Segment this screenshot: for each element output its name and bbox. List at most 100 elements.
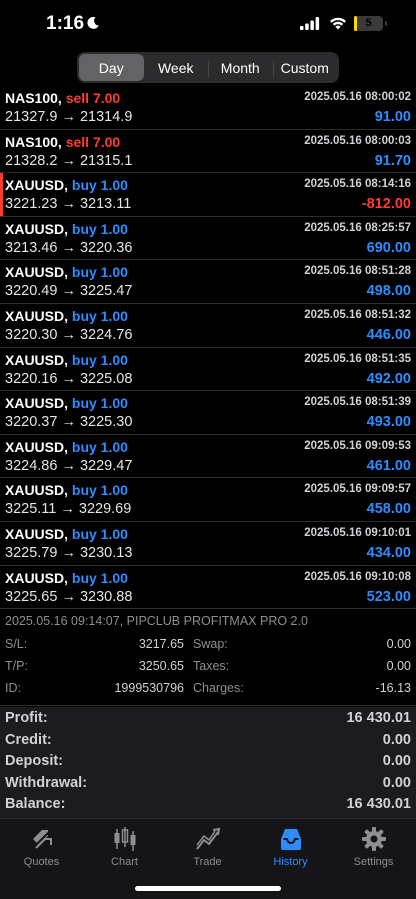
tab-history[interactable]: History xyxy=(249,825,332,875)
deal-row[interactable]: XAUUSD, buy 1.00 2025.05.16 08:51:39 3220.… xyxy=(0,391,416,435)
deal-prices: 3224.86 → 3229.47 xyxy=(5,457,133,474)
deal-side: buy 1.00 xyxy=(71,307,128,324)
tab-chart[interactable]: Chart xyxy=(83,825,166,875)
deal-time: 2025.05.16 08:51:39 xyxy=(304,396,411,409)
deal-symbol-name: XAUUSD, xyxy=(5,569,69,586)
deal-profit: 492.00 xyxy=(366,370,411,387)
deal-row[interactable]: XAUUSD, buy 1.00 2025.05.16 08:51:35 3220.… xyxy=(0,348,416,392)
trade-icon xyxy=(195,827,220,850)
deal-row[interactable]: XAUUSD, buy 1.00 2025.05.16 08:51:28 3220.… xyxy=(0,260,416,304)
deal-time: 2025.05.16 09:09:57 xyxy=(304,483,411,496)
deal-symbol: XAUUSD, buy 1.00 xyxy=(5,395,128,411)
deal-profit: -812.00 xyxy=(361,196,411,213)
deal-profit: 458.00 xyxy=(366,501,411,518)
deal-row[interactable]: XAUUSD, buy 1.00 2025.05.16 09:10:08 3225.… xyxy=(0,566,416,610)
deal-symbol-name: NAS100, xyxy=(5,133,62,150)
deal-prices: 3225.11 → 3229.69 xyxy=(5,501,132,518)
deal-prices: 3221.23 → 3213.11 xyxy=(5,196,132,213)
tp-value: 3250.65 xyxy=(138,659,184,673)
gear-icon xyxy=(361,827,386,851)
deal-symbol: NAS100, sell 7.00 xyxy=(5,134,120,150)
deal-time: 2025.05.16 08:00:02 xyxy=(304,91,411,103)
deal-profit: 461.00 xyxy=(366,457,411,474)
deal-prices: 3225.65 → 3230.88 xyxy=(5,588,133,605)
deal-time: 2025.05.16 09:10:08 xyxy=(304,570,411,583)
deal-row[interactable]: XAUUSD, buy 1.00 2025.05.16 09:10:01 3225.… xyxy=(0,522,416,566)
tab-period-month[interactable]: Month xyxy=(208,54,273,81)
tab-trade[interactable]: Trade xyxy=(166,825,249,875)
tab-trade-label: Trade xyxy=(193,856,222,868)
tab-period-custom[interactable]: Custom xyxy=(272,54,338,81)
deal-row[interactable]: NAS100, sell 7.00 2025.05.16 08:00:02 2132… xyxy=(0,86,416,130)
id-label: ID: xyxy=(5,681,21,695)
summary-value: 0.00 xyxy=(382,753,411,769)
tab-period-day[interactable]: Day xyxy=(79,54,144,81)
deal-symbol: XAUUSD, buy 1.00 xyxy=(5,526,128,542)
summary-value: 0.00 xyxy=(382,774,411,791)
deal-prices: 21327.9 → 21314.9 xyxy=(5,109,133,125)
deal-detail: 2025.05.16 09:14:07, PIPCLUB PROFITMAX P… xyxy=(0,611,416,706)
deal-profit: 434.00 xyxy=(366,544,411,561)
summary-value: 16 430.01 xyxy=(346,710,411,726)
deal-symbol: XAUUSD, buy 1.00 xyxy=(5,570,128,586)
deal-row[interactable]: XAUUSD, buy 1.00 2025.05.16 09:09:57 3225.… xyxy=(0,478,416,522)
deal-time: 2025.05.16 08:51:35 xyxy=(304,352,411,365)
deal-prices: 3220.16 → 3225.08 xyxy=(5,370,133,387)
moon-icon xyxy=(87,16,99,29)
tab-period-week[interactable]: Week xyxy=(144,54,209,81)
deal-symbol: XAUUSD, buy 1.00 xyxy=(5,177,128,193)
quotes-icon xyxy=(30,828,53,850)
tab-quotes[interactable]: Quotes xyxy=(0,825,83,875)
deal-symbol-name: XAUUSD, xyxy=(5,395,69,412)
deal-prices: 3220.49 → 3225.47 xyxy=(5,283,133,300)
deal-row[interactable]: XAUUSD, buy 1.00 2025.05.16 08:25:57 3213.… xyxy=(0,217,416,261)
deal-symbol: XAUUSD, buy 1.00 xyxy=(5,221,128,237)
deal-profit: 91.00 xyxy=(374,109,411,125)
deal-symbol: XAUUSD, buy 1.00 xyxy=(5,482,128,498)
signal-icon xyxy=(300,17,320,30)
deal-symbol-name: XAUUSD, xyxy=(5,220,69,237)
deal-prices: 3225.79 → 3230.13 xyxy=(5,544,133,561)
deal-side: buy 1.00 xyxy=(71,569,128,586)
deal-row[interactable]: NAS100, sell 7.00 2025.05.16 08:00:03 2132… xyxy=(0,130,416,174)
detail-row-sl: S/L: 3217.65 Swap: 0.00 xyxy=(5,637,411,658)
detail-row-tp: T/P: 3250.65 Taxes: 0.00 xyxy=(5,659,411,680)
summary-row: Credit: 0.00 xyxy=(5,732,411,753)
detail-row-id: ID: 1999530796 Charges: -16.13 xyxy=(5,681,411,702)
deal-row[interactable]: XAUUSD, buy 1.00 2025.05.16 08:51:32 3220.… xyxy=(0,304,416,348)
deal-side: buy 1.00 xyxy=(71,525,128,542)
deal-prices: 21328.2 → 21315.1 xyxy=(5,152,133,169)
summary-value: 0.00 xyxy=(382,731,411,748)
tab-settings[interactable]: Settings xyxy=(332,825,415,875)
id-value: 1999530796 xyxy=(114,681,184,695)
account-summary: Profit: 16 430.01 Credit: 0.00 Deposit: 0.00 W… xyxy=(0,707,416,818)
summary-row: Deposit: 0.00 xyxy=(5,753,411,774)
deal-time: 2025.05.16 08:00:03 xyxy=(304,134,411,147)
deal-time: 2025.05.16 08:51:28 xyxy=(304,265,411,278)
deal-time: 2025.05.16 08:25:57 xyxy=(304,221,411,234)
detail-header: 2025.05.16 09:14:07, PIPCLUB PROFITMAX P… xyxy=(5,614,308,628)
status-bar: 1:16 5 xyxy=(0,0,416,48)
summary-row: Balance: 16 430.01 xyxy=(5,796,411,817)
battery-level: 5 xyxy=(365,17,372,29)
deal-row[interactable]: XAUUSD, buy 1.00 2025.05.16 08:14:16 3221.… xyxy=(0,173,416,217)
deal-prices: 3220.37 → 3225.30 xyxy=(5,414,133,431)
summary-label: Credit: xyxy=(5,731,52,748)
deal-side: buy 1.00 xyxy=(71,482,128,499)
swap-label: Swap: xyxy=(193,637,228,651)
deal-side: buy 1.00 xyxy=(71,220,128,237)
tab-chart-label: Chart xyxy=(111,856,138,868)
deal-profit: 493.00 xyxy=(366,414,411,431)
deal-profit: 523.00 xyxy=(366,588,411,605)
deal-symbol: XAUUSD, buy 1.00 xyxy=(5,352,128,368)
deal-row[interactable]: XAUUSD, buy 1.00 2025.05.16 09:09:53 3224.… xyxy=(0,435,416,479)
charges-value: -16.13 xyxy=(375,681,411,695)
deal-symbol-name: XAUUSD, xyxy=(5,307,69,324)
tab-quotes-label: Quotes xyxy=(23,856,60,868)
deal-side: buy 1.00 xyxy=(71,264,128,281)
deal-symbol-name: XAUUSD, xyxy=(5,525,69,542)
deal-profit: 91.70 xyxy=(374,152,411,169)
summary-value: 16 430.01 xyxy=(346,796,411,812)
deal-profit: 498.00 xyxy=(366,283,411,300)
status-time: 1:16 xyxy=(46,13,85,34)
